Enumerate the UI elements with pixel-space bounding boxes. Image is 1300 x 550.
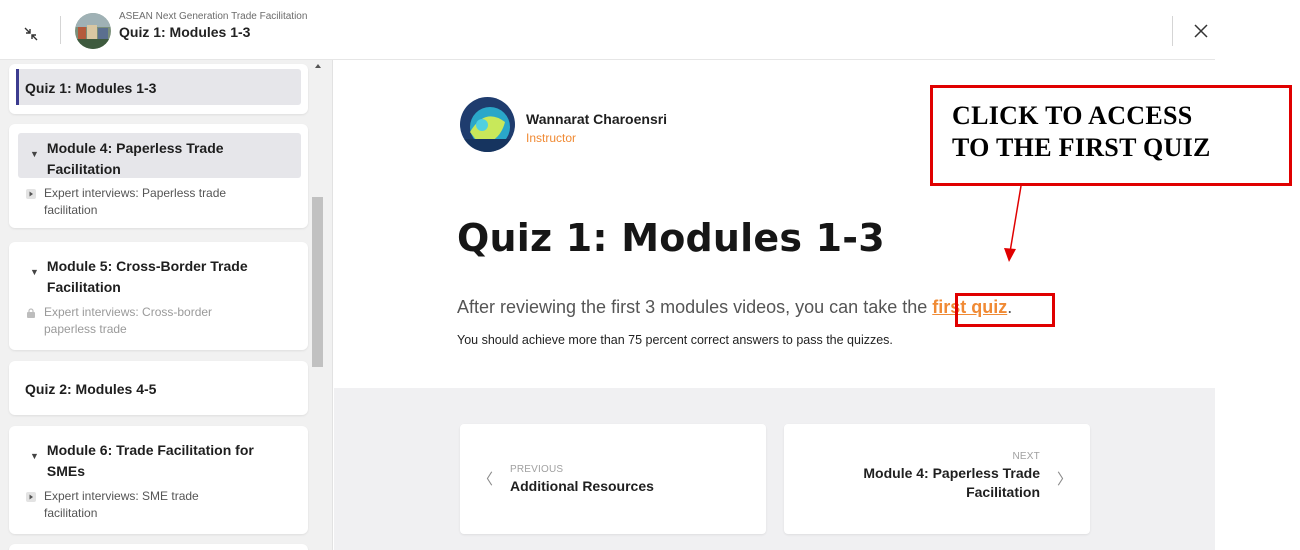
next-lesson-title-line: Facilitation [966,484,1040,500]
sidebar-item-label: Module 4: Paperless Trade [46,140,224,156]
course-title: Quiz 1: Modules 1-3 [119,24,251,40]
caret-down-icon[interactable]: ▼ [30,144,39,165]
close-icon [1194,24,1208,38]
sidebar-item-module-5[interactable]: ▼ Module 5: Cross-Border Trade Facilitat… [9,242,308,350]
sidebar-item-label: Module 6: Trade Facilitation for [46,442,254,458]
avatar [460,97,515,152]
sidebar-subitem-label: Expert interviews: Paperless trade [44,186,227,200]
sidebar-item-next[interactable] [9,544,308,550]
sidebar-subitem-label: paperless trade [44,322,127,336]
sidebar-item-label: Facilitation [46,279,121,295]
course-subtitle: ASEAN Next Generation Trade Facilitation [119,11,308,22]
header-separator [60,16,61,44]
sidebar-subitem[interactable]: Expert interviews: SME trade facilitatio… [26,488,199,522]
annotation-arrow [1004,186,1022,262]
lesson-navigation: 〈 PREVIOUS Additional Resources NEXT Mod… [334,388,1215,550]
sidebar-subitem[interactable]: Expert interviews: Cross-border paperles… [26,304,212,338]
chevron-left-icon: 〈 [478,470,494,488]
play-icon [26,189,36,199]
next-caption: NEXT [1012,451,1040,462]
next-lesson-title: Module 4: Paperless Trade Facilitation [863,464,1040,502]
caret-down-icon[interactable]: ▼ [30,446,39,467]
annotation-callout: CLICK TO ACCESS TO THE FIRST QUIZ [930,85,1292,186]
previous-caption: PREVIOUS [510,464,564,475]
pass-note: You should achieve more than 75 percent … [457,333,893,347]
sidebar-item-label: Module 5: Cross-Border Trade [46,258,248,274]
annotation-line: TO THE FIRST QUIZ [952,133,1211,162]
top-bar: ASEAN Next Generation Trade Facilitation… [0,0,1300,60]
instructor-role: Instructor [526,131,577,145]
lock-icon [26,308,36,318]
annotation-highlight-box [955,293,1055,327]
caret-down-icon[interactable]: ▼ [30,262,39,283]
next-lesson-button[interactable]: NEXT Module 4: Paperless Trade Facilitat… [784,424,1090,534]
page-title: Quiz 1: Modules 1-3 [457,216,885,260]
sidebar-item-label: Quiz 1: Modules 1-3 [25,80,157,96]
next-lesson-title-line: Module 4: Paperless Trade [863,465,1040,481]
scrollbar-thumb[interactable] [312,197,323,367]
sidebar-subitem-label: facilitation [44,506,98,520]
sidebar-item-module-6[interactable]: ▼ Module 6: Trade Facilitation for SMEs … [9,426,308,534]
sidebar-item-module-4[interactable]: ▼ Module 4: Paperless Trade Facilitation… [9,124,308,228]
sidebar-item-label: SMEs [46,463,86,479]
sidebar-subitem[interactable]: Expert interviews: Paperless trade facil… [26,185,226,219]
sidebar-item-quiz-2[interactable]: Quiz 2: Modules 4-5 [9,361,308,415]
sidebar-subitem-label: facilitation [44,203,98,217]
scroll-up-icon[interactable] [315,64,321,68]
sidebar-subitem-label: Expert interviews: SME trade [44,489,199,503]
intro-text-body: After reviewing the first 3 modules vide… [457,297,933,317]
previous-lesson-title: Additional Resources [510,478,654,494]
collapse-sidebar-button[interactable] [14,18,48,50]
chevron-right-icon: 〉 [1056,470,1072,488]
previous-lesson-button[interactable]: 〈 PREVIOUS Additional Resources [460,424,766,534]
header-separator-right [1172,16,1173,46]
instructor-name: Wannarat Charoensri [526,111,668,127]
sidebar-item-label: Quiz 2: Modules 4-5 [25,381,157,397]
course-thumbnail [75,13,111,49]
active-indicator [16,69,19,105]
sidebar-item-label: Facilitation [46,161,121,177]
annotation-line: CLICK TO ACCESS [952,101,1193,130]
sidebar: Quiz 1: Modules 1-3 ▼ Module 4: Paperles… [0,60,333,550]
sidebar-item-quiz-1[interactable]: Quiz 1: Modules 1-3 [9,64,308,114]
play-icon [26,492,36,502]
sidebar-subitem-label: Expert interviews: Cross-border [44,305,213,319]
collapse-icon [24,27,38,41]
intro-text: After reviewing the first 3 modules vide… [457,297,1012,318]
close-button[interactable] [1190,20,1212,42]
